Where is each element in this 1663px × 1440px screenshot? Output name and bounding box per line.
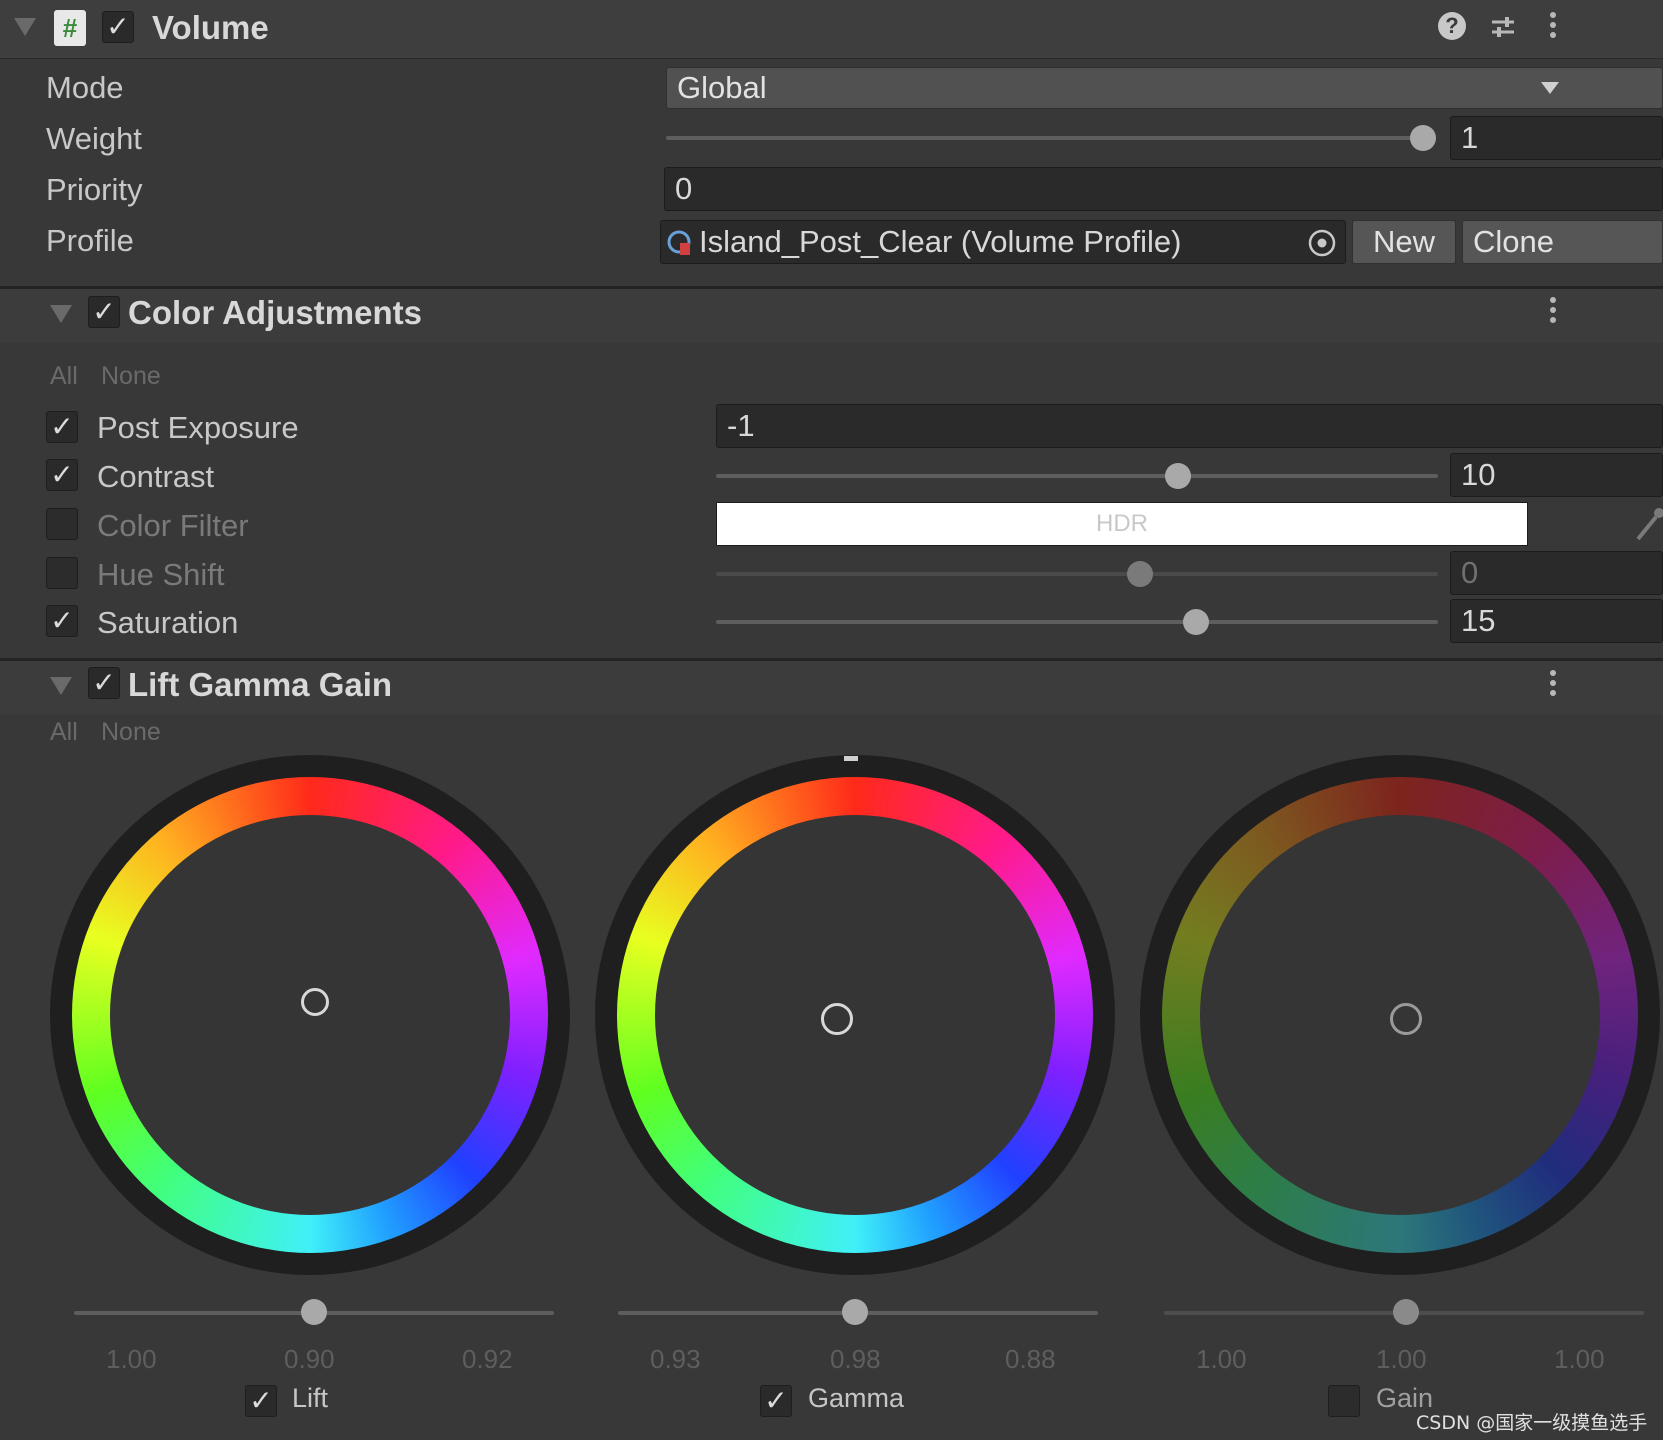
gain-override-checkbox[interactable] [1328, 1385, 1360, 1417]
gain-value-r: 1.00 [1196, 1344, 1247, 1374]
gamma-slider-thumb[interactable] [842, 1299, 868, 1325]
lift-override-checkbox[interactable]: ✓ [245, 1385, 277, 1417]
lift-label: Lift [292, 1383, 329, 1413]
gamma-wheel-center [655, 815, 1055, 1215]
gamma-value-g: 0.98 [830, 1344, 881, 1374]
gain-slider-thumb[interactable] [1393, 1299, 1419, 1325]
lift-value-b: 0.92 [462, 1344, 513, 1374]
gamma-override-checkbox[interactable]: ✓ [760, 1385, 792, 1417]
lift-handle[interactable] [301, 988, 329, 1016]
gain-handle[interactable] [1390, 1003, 1422, 1035]
gamma-value-r: 0.93 [650, 1344, 701, 1374]
lift-value-r: 1.00 [106, 1344, 157, 1374]
gamma-color-wheel[interactable] [617, 777, 1093, 1253]
lift-value-g: 0.90 [284, 1344, 335, 1374]
gamma-value-b: 0.88 [1005, 1344, 1056, 1374]
gain-value-b: 1.00 [1554, 1344, 1605, 1374]
lift-slider-thumb[interactable] [301, 1299, 327, 1325]
gain-value-g: 1.00 [1376, 1344, 1427, 1374]
wheels-container: 1.00 0.90 0.92 ✓ Lift 0.93 0.98 0.88 ✓ G… [0, 0, 1663, 1440]
watermark: CSDN @国家一级摸鱼选手 [1416, 1412, 1648, 1434]
gamma-label: Gamma [808, 1383, 905, 1413]
gamma-handle[interactable] [821, 1003, 853, 1035]
gamma-hue-marker [844, 756, 858, 761]
